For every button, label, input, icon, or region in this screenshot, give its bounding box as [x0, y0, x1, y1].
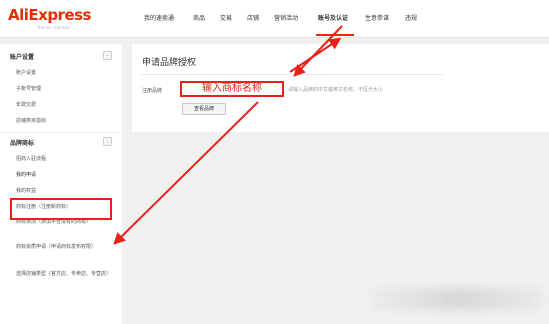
- blurred-watermark: [370, 288, 545, 310]
- sidebar-item-account-settings[interactable]: 账户设置: [16, 69, 114, 77]
- view-brand-button[interactable]: 查看品牌: [182, 103, 226, 115]
- nav-item-business-advisor[interactable]: 生意参谋: [365, 13, 389, 22]
- sidebar-item-category-metrics[interactable]: 店铺类目指标: [16, 117, 114, 125]
- sidebar-item-trademark-qualification[interactable]: 商标资质申请（申请商标发布权限）: [16, 243, 114, 251]
- sidebar-item-sub-accounts[interactable]: 子账号管理: [16, 85, 114, 93]
- section-title: 品牌商标: [10, 140, 35, 147]
- annotation-highlight-box: [10, 198, 112, 220]
- nav-item-account[interactable]: 账号及认证: [318, 13, 348, 22]
- logo-text: AliExpress: [8, 6, 91, 24]
- sidebar-item-onboarding-process[interactable]: 招商入驻流程: [16, 155, 114, 163]
- section-title: 账户设置: [10, 54, 35, 61]
- collapse-icon[interactable]: -: [103, 137, 112, 146]
- left-sidebar: 账户设置 - 账户设置 子账号管理 年费交费 店铺类目指标 品牌商标 - 招商入…: [0, 44, 122, 324]
- nav-item-store[interactable]: 店铺: [247, 13, 259, 22]
- brand-field-label: 注册品牌: [142, 88, 163, 94]
- sidebar-item-store-type[interactable]: 选择店铺类型（官方店、专卖店、专营店）: [16, 270, 114, 278]
- page-title: 申请品牌授权: [142, 58, 197, 68]
- brand-name-input[interactable]: 输入商标名称: [180, 81, 284, 97]
- nav-item-my-aliexpress[interactable]: 我的速卖通: [144, 13, 174, 22]
- nav-item-orders[interactable]: 交易: [220, 13, 232, 22]
- title-divider: [142, 74, 442, 75]
- sidebar-divider: [0, 132, 122, 133]
- nav-item-violations[interactable]: 违规: [405, 13, 417, 22]
- logo-subtext: Seller Center: [38, 25, 71, 30]
- collapse-icon[interactable]: -: [103, 51, 112, 60]
- sidebar-item-annual-fee[interactable]: 年费交费: [16, 101, 114, 109]
- active-tab-indicator: [316, 34, 354, 36]
- nav-item-marketing[interactable]: 营销活动: [274, 13, 298, 22]
- sidebar-section-account-settings[interactable]: 账户设置 -: [0, 48, 122, 64]
- brand-input-hint: 请输入品牌的中文或英文名称，不区分大小: [288, 87, 384, 93]
- top-header: AliExpress Seller Center 我的速卖通 商品 交易 店铺 …: [0, 0, 549, 38]
- nav-item-products[interactable]: 商品: [193, 13, 205, 22]
- brand-authorization-panel: 申请品牌授权 注册品牌 输入商标名称 请输入品牌的中文或英文名称，不区分大小 查…: [132, 44, 549, 132]
- aliexpress-logo[interactable]: AliExpress Seller Center: [8, 6, 91, 34]
- sidebar-section-brand-trademark[interactable]: 品牌商标 -: [0, 134, 122, 150]
- sidebar-item-my-applications[interactable]: 我的申请: [16, 171, 114, 179]
- sidebar-item-my-rights[interactable]: 我的权益: [16, 187, 114, 195]
